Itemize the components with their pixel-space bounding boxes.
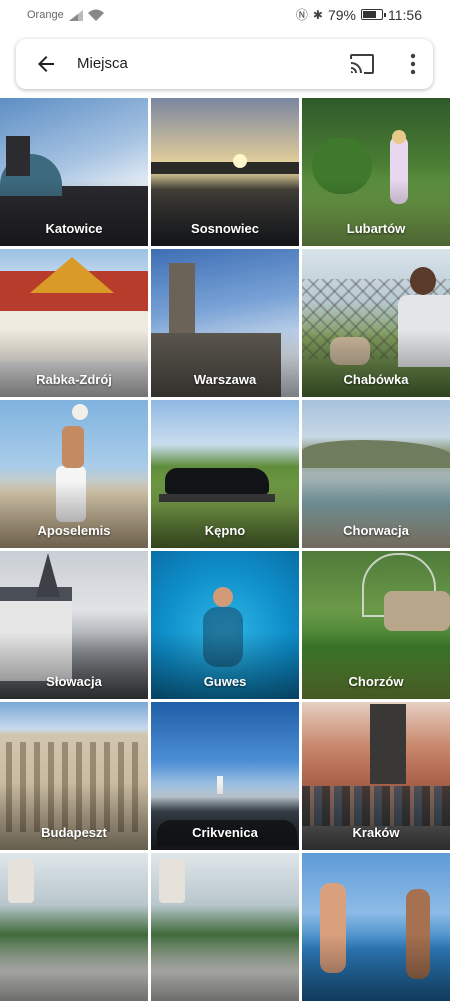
battery-percent: 79% bbox=[327, 6, 356, 23]
bluetooth-icon: ✱ bbox=[312, 7, 323, 22]
place-label: Guwes bbox=[203, 674, 247, 689]
photo-rocks bbox=[384, 591, 450, 631]
place-label: Sosnowiec bbox=[191, 221, 259, 236]
place-tile-chorzow[interactable]: Chorzów bbox=[302, 551, 450, 699]
photo-treeline bbox=[151, 162, 299, 174]
photo-facade bbox=[0, 311, 148, 361]
photo-player-arms bbox=[62, 426, 84, 468]
place-tile-sosnowiec[interactable]: Sosnowiec bbox=[151, 98, 299, 246]
page-title: Miejsca bbox=[77, 55, 128, 72]
battery-level-fill bbox=[363, 11, 376, 18]
place-tile-rabka-zdroj[interactable]: Rabka-Zdrój bbox=[0, 249, 148, 397]
place-tile-budapeszt[interactable]: Budapeszt bbox=[0, 702, 148, 850]
wifi-icon bbox=[87, 9, 104, 21]
place-label: Kraków bbox=[352, 825, 400, 840]
photo-gable bbox=[30, 257, 114, 293]
photo-swimmer bbox=[213, 587, 233, 607]
photo-tower bbox=[6, 136, 30, 176]
place-tile-aposelemis[interactable]: Aposelemis bbox=[0, 400, 148, 548]
nfc-icon: Ⓝ bbox=[295, 8, 308, 22]
photo-palace-tower bbox=[169, 263, 195, 373]
place-label: Crikvenica bbox=[192, 825, 258, 840]
place-label: Chabówka bbox=[343, 372, 409, 387]
photo-person-shirt bbox=[398, 295, 450, 367]
place-tile-chabowka[interactable]: Chabówka bbox=[302, 249, 450, 397]
place-label: Rabka-Zdrój bbox=[36, 372, 112, 387]
place-tile-warszawa[interactable]: Warszawa bbox=[151, 249, 299, 397]
photo-person-right bbox=[406, 889, 430, 979]
place-tile-lubartow[interactable]: Lubartów bbox=[302, 98, 450, 246]
place-label: Budapeszt bbox=[41, 825, 107, 840]
place-label: Aposelemis bbox=[37, 523, 111, 538]
battery-icon bbox=[361, 9, 386, 20]
photo-ball bbox=[72, 404, 88, 420]
photo-goat bbox=[330, 337, 370, 365]
place-label: Lubartów bbox=[346, 221, 406, 236]
place-label: Warszawa bbox=[193, 372, 257, 387]
photo-palace-base bbox=[151, 333, 281, 397]
signal-icon bbox=[68, 9, 83, 21]
photo-bush bbox=[312, 138, 372, 194]
photo-umbrella bbox=[159, 859, 185, 903]
place-tile-row6-3[interactable] bbox=[302, 853, 450, 1001]
photo-head bbox=[392, 130, 406, 144]
place-label: Kępno bbox=[204, 523, 246, 538]
photo-monument bbox=[370, 704, 406, 784]
photo-trailer bbox=[159, 494, 275, 502]
photo-steeple bbox=[36, 553, 60, 597]
more-vert-icon[interactable] bbox=[409, 53, 417, 75]
photo-dome-building bbox=[0, 186, 148, 246]
photo-lighthouse bbox=[217, 776, 223, 794]
clock: 11:56 bbox=[388, 6, 422, 23]
photo-car bbox=[165, 468, 269, 494]
place-label: Chorzów bbox=[348, 674, 404, 689]
photo-parliament-windows bbox=[6, 742, 146, 832]
photo-sun bbox=[233, 154, 247, 168]
place-tile-row6-1[interactable] bbox=[0, 853, 148, 1001]
place-tile-kepno[interactable]: Kępno bbox=[151, 400, 299, 548]
arrow-back-icon[interactable] bbox=[34, 52, 58, 76]
place-tile-katowice[interactable]: Katowice bbox=[0, 98, 148, 246]
places-grid: Katowice Sosnowiec Lubartów Rabka-Zdrój … bbox=[0, 98, 450, 1001]
photo-church bbox=[0, 591, 72, 681]
top-app-bar: Miejsca bbox=[16, 39, 433, 89]
place-tile-guwes[interactable]: Guwes bbox=[151, 551, 299, 699]
photo-swimmer-body bbox=[203, 607, 243, 667]
place-label: Słowacja bbox=[46, 674, 102, 689]
place-tile-chorwacja[interactable]: Chorwacja bbox=[302, 400, 450, 548]
place-tile-slowacja[interactable]: Słowacja bbox=[0, 551, 148, 699]
photo-hills bbox=[302, 440, 450, 468]
cast-icon[interactable] bbox=[349, 53, 375, 75]
photo-player bbox=[56, 466, 86, 522]
photo-person-left bbox=[320, 883, 346, 973]
place-label: Katowice bbox=[45, 221, 103, 236]
photo-person bbox=[390, 136, 408, 204]
place-tile-crikvenica[interactable]: Crikvenica bbox=[151, 702, 299, 850]
place-tile-krakow[interactable]: Kraków bbox=[302, 702, 450, 850]
photo-umbrella bbox=[8, 859, 34, 903]
photo-head bbox=[410, 267, 436, 295]
status-left: Orange bbox=[27, 9, 104, 21]
status-right: Ⓝ ✱ 79% 11:56 bbox=[296, 6, 422, 23]
carrier-label: Orange bbox=[27, 9, 64, 21]
place-tile-row6-2[interactable] bbox=[151, 853, 299, 1001]
photo-crowd bbox=[302, 786, 450, 826]
status-bar: Orange Ⓝ ✱ 79% 11:56 bbox=[0, 0, 450, 30]
place-label: Chorwacja bbox=[343, 523, 409, 538]
